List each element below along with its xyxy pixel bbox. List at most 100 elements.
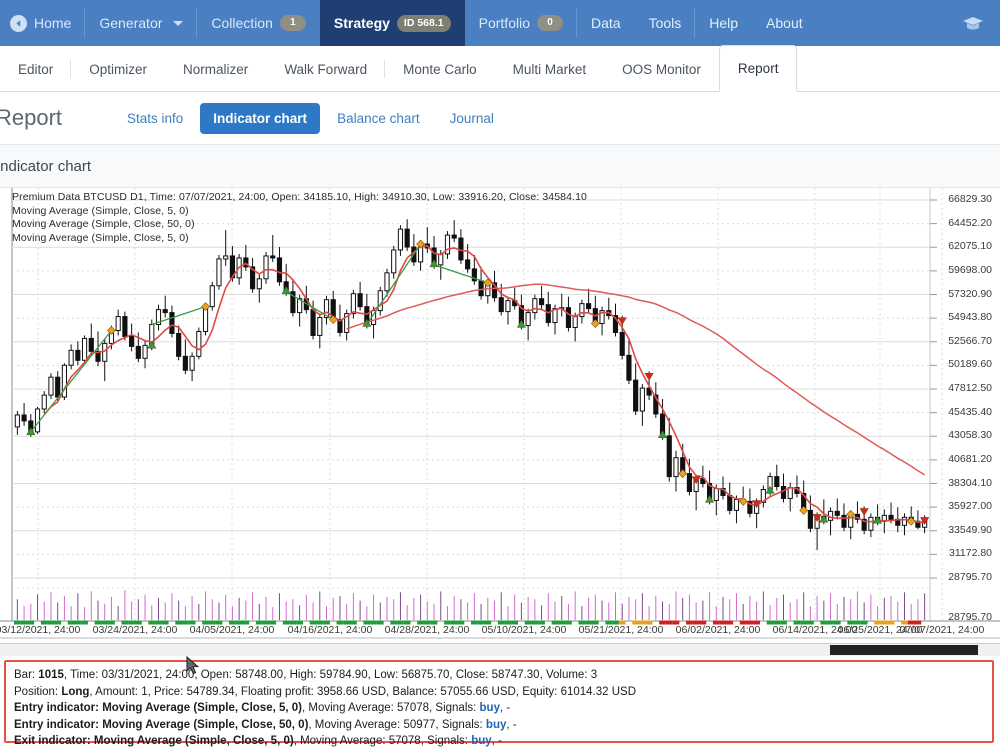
nav-label-about: About (766, 15, 803, 31)
indicator-chart[interactable]: Premium Data BTCUSD D1, Time: 07/07/2021… (0, 188, 1000, 643)
chart-canvas[interactable] (0, 188, 1000, 643)
portfolio-count-badge: 0 (537, 15, 563, 31)
price-axis-tick: 52566.70 (948, 335, 992, 347)
tab-multi-market[interactable]: Multi Market (495, 47, 605, 91)
time-axis-tick: 03/24/2021, 24:00 (93, 624, 178, 636)
time-axis-tick: 04/16/2021, 24:00 (288, 624, 373, 636)
time-axis-tick: 03/12/2021, 24:00 (0, 624, 80, 636)
nav-label-strategy: Strategy (334, 15, 390, 31)
nav-item-home[interactable]: Home (0, 0, 85, 46)
report-subtabs: Stats info Indicator chart Balance chart… (114, 103, 507, 134)
nav-label-home: Home (34, 15, 71, 31)
chart-scrollbar-thumb[interactable] (830, 645, 978, 655)
tab-normalizer[interactable]: Normalizer (165, 47, 266, 91)
top-nav-items: Home Generator Collection 1 Strategy ID … (0, 0, 817, 46)
price-axis-tick: 47812.50 (948, 382, 992, 394)
tab-report[interactable]: Report (719, 45, 798, 92)
tab-label: Editor (18, 62, 53, 77)
subtab-journal[interactable]: Journal (437, 103, 507, 134)
top-nav-right (962, 0, 1000, 46)
tab-oos-monitor[interactable]: OOS Monitor (604, 47, 719, 91)
info-text: , Moving Average: 50977, Signals: (308, 719, 486, 731)
info-text: Entry indicator: (14, 702, 102, 714)
section-heading-label: Indicator chart (0, 158, 91, 175)
nav-item-help[interactable]: Help (695, 0, 752, 46)
info-text: Entry indicator: (14, 719, 102, 731)
info-text: Exit indicator: (14, 735, 94, 747)
info-text: 1015 (38, 669, 64, 681)
collection-count-badge: 1 (280, 15, 306, 31)
nav-item-about[interactable]: About (752, 0, 817, 46)
nav-item-generator[interactable]: Generator (85, 0, 197, 46)
nav-item-portfolio[interactable]: Portfolio 0 (465, 0, 577, 46)
section-heading: Indicator chart (0, 145, 1000, 188)
time-axis-tick: 04/05/2021, 24:00 (190, 624, 275, 636)
nav-label-collection: Collection (211, 15, 272, 31)
info-text: , - (506, 719, 516, 731)
price-axis-tick: 40681.20 (948, 453, 992, 465)
top-navigation-bar: Home Generator Collection 1 Strategy ID … (0, 0, 1000, 46)
info-text: , Moving Average: 57078, Signals: (294, 735, 472, 747)
info-text: Moving Average (Simple, Close, 50, 0) (102, 719, 308, 731)
tab-optimizer[interactable]: Optimizer (71, 47, 165, 91)
module-tab-strip: Editor Optimizer Normalizer Walk Forward… (0, 46, 1000, 92)
price-axis-tick: 28795.70 (948, 571, 992, 583)
cap-graduation-icon[interactable] (962, 15, 984, 31)
nav-item-collection[interactable]: Collection 1 (197, 0, 319, 46)
tab-label: Walk Forward (284, 62, 367, 77)
price-axis-tick: 54943.80 (948, 311, 992, 323)
price-axis-tick: 38304.10 (948, 477, 992, 489)
info-text: , Amount: 1, Price: 54789.34, Floating p… (89, 686, 636, 698)
nav-item-data[interactable]: Data (577, 0, 635, 46)
time-axis-tick: 04/28/2021, 24:00 (385, 624, 470, 636)
tab-label: OOS Monitor (622, 62, 701, 77)
time-axis-tick: 05/10/2021, 24:00 (482, 624, 567, 636)
price-axis-tick: 64452.20 (948, 217, 992, 229)
signal-value: buy (471, 735, 491, 747)
tab-editor[interactable]: Editor (0, 47, 71, 91)
price-axis-tick: 35927.00 (948, 500, 992, 512)
nav-label-portfolio: Portfolio (479, 15, 530, 31)
chevron-down-icon (173, 21, 183, 26)
info-line: Entry indicator: Moving Average (Simple,… (14, 700, 984, 717)
tab-label: Monte Carlo (403, 62, 477, 77)
info-text: Moving Average (Simple, Close, 5, 0) (102, 702, 302, 714)
tab-monte-carlo[interactable]: Monte Carlo (385, 47, 495, 91)
subtab-balance-chart[interactable]: Balance chart (324, 103, 433, 134)
price-axis-tick: 66829.30 (948, 193, 992, 205)
price-axis-tick: 57320.90 (948, 288, 992, 300)
price-axis-tick: 59698.00 (948, 264, 992, 276)
time-axis-tick: 07/07/2021, 24:00 (900, 624, 985, 636)
nav-label-help: Help (709, 15, 738, 31)
time-axis-tick: 05/21/2021, 24:00 (579, 624, 664, 636)
info-line: Exit indicator: Moving Average (Simple, … (14, 733, 984, 750)
price-axis-tick: 50189.60 (948, 358, 992, 370)
signal-value: buy (486, 719, 506, 731)
tab-walk-forward[interactable]: Walk Forward (266, 47, 385, 91)
nav-label-generator: Generator (99, 15, 162, 31)
info-text: Bar: (14, 669, 38, 681)
price-axis-tick: 62075.10 (948, 240, 992, 252)
nav-item-tools[interactable]: Tools (635, 0, 696, 46)
tab-label: Multi Market (513, 62, 587, 77)
strategy-id-badge: ID 568.1 (397, 15, 451, 32)
page-title: Report (0, 105, 114, 131)
price-axis-tick: 45435.40 (948, 406, 992, 418)
chart-horizontal-scrollbar[interactable] (0, 643, 1000, 656)
info-text: , Moving Average: 57078, Signals: (302, 702, 480, 714)
info-line: Entry indicator: Moving Average (Simple,… (14, 717, 984, 734)
price-axis-tick: 33549.90 (948, 524, 992, 536)
price-axis: 66829.30 64452.20 62075.10 59698.00 57320.90… (932, 188, 996, 643)
price-axis-tick: 43058.30 (948, 429, 992, 441)
info-text: Position: (14, 686, 61, 698)
tab-label: Report (738, 61, 779, 76)
info-text: Long (61, 686, 89, 698)
nav-item-strategy[interactable]: Strategy ID 568.1 (320, 0, 465, 46)
tab-label: Optimizer (89, 62, 147, 77)
nav-label-tools: Tools (649, 15, 682, 31)
bar-info-panel: Bar: 1015, Time: 03/31/2021, 24:00, Open… (4, 660, 994, 743)
subtab-stats-info[interactable]: Stats info (114, 103, 196, 134)
subtab-indicator-chart[interactable]: Indicator chart (200, 103, 320, 134)
info-text: Moving Average (Simple, Close, 5, 0) (94, 735, 294, 747)
page-title-row: Report Stats info Indicator chart Balanc… (0, 92, 1000, 145)
